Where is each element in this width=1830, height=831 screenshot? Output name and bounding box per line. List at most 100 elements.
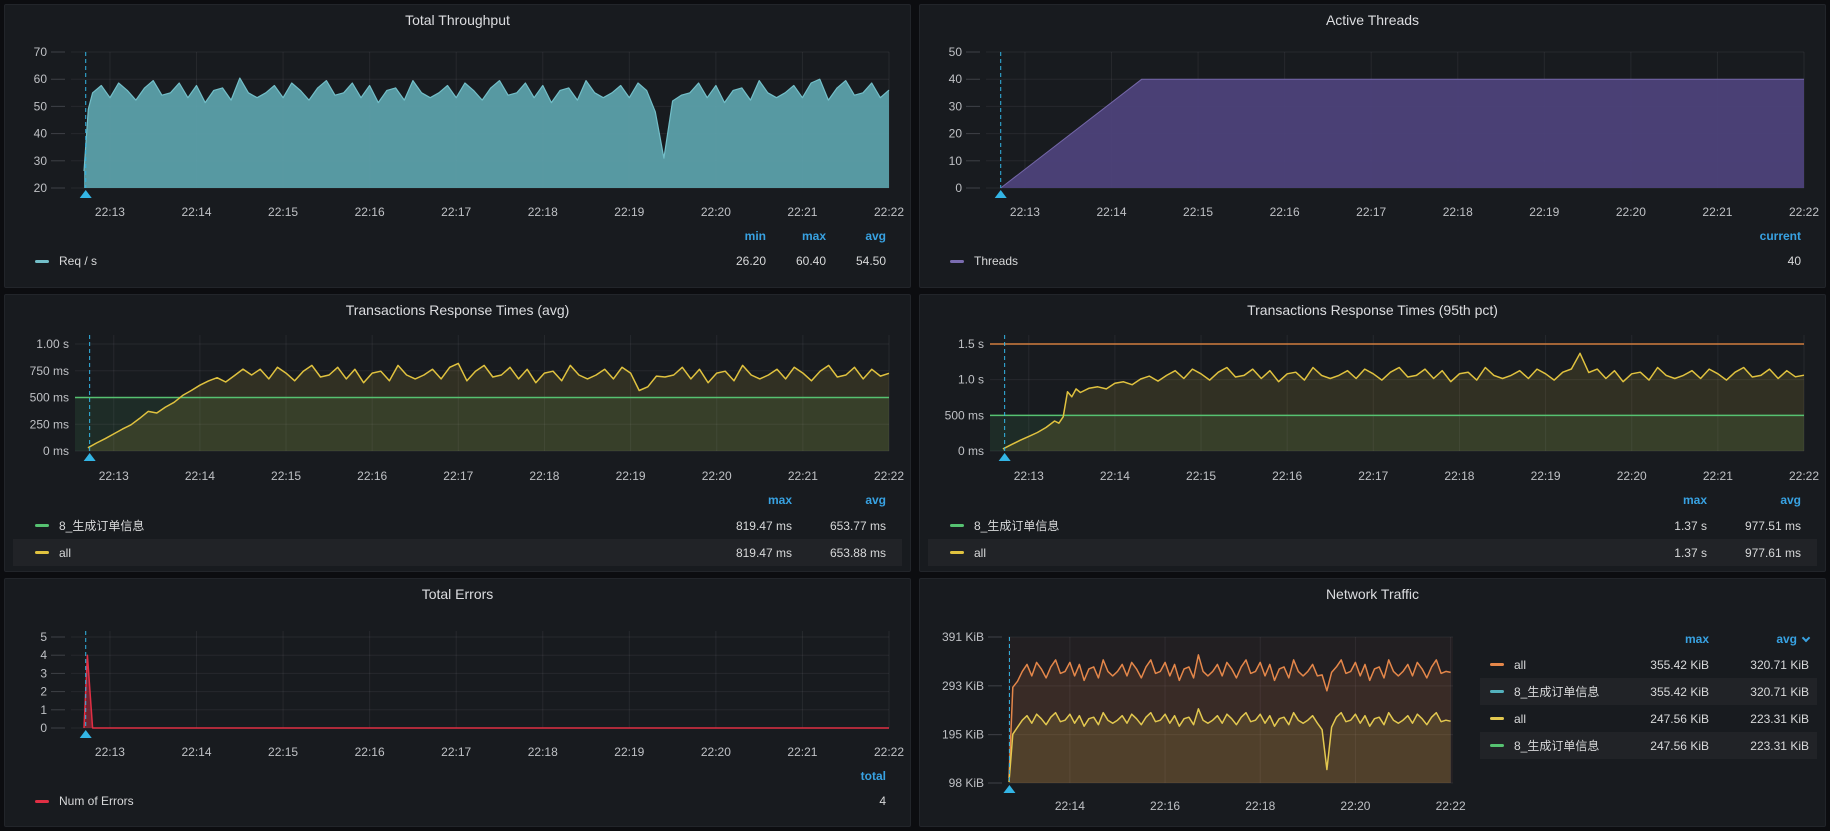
annotation-marker-icon[interactable] [80,190,92,198]
panel-title[interactable]: Total Throughput [5,5,910,35]
x-tick-label: 22:20 [1340,799,1370,813]
x-tick-label: 22:22 [1789,469,1819,483]
x-tick-label: 22:18 [1443,205,1473,219]
x-tick-label: 22:13 [95,205,125,219]
series-color-dash-icon [950,524,964,527]
x-tick-label: 22:15 [1186,469,1216,483]
y-tick-label: 0 [955,181,962,195]
annotation-marker-icon[interactable] [84,453,96,461]
legend-series-label[interactable]: Threads [928,254,1018,268]
x-tick-label: 22:14 [1100,469,1130,483]
y-tick-label: 293 KiB [942,679,984,693]
legend-series-label[interactable]: all [928,546,986,560]
x-tick-label: 22:18 [528,205,558,219]
x-tick-label: 22:14 [181,205,211,219]
series-color-dash-icon [950,260,964,263]
panel-title[interactable]: Total Errors [5,579,910,609]
x-tick-label: 22:19 [1531,469,1561,483]
legend: maxavg8_生成订单信息1.37 s977.51 msall1.37 s97… [928,488,1817,566]
panel-title[interactable]: Network Traffic [920,579,1825,609]
x-tick-label: 22:15 [268,745,298,759]
legend-series-label[interactable]: 8_生成订单信息 [1480,737,1599,754]
legend-value: 320.71 KiB [1709,658,1809,672]
y-tick-label: 391 KiB [942,630,984,644]
series-color-dash-icon [35,524,49,527]
legend-row: all 1.37 s977.61 ms [928,539,1817,566]
legend-series-label[interactable]: all [1480,658,1526,672]
series-color-dash-icon [1490,690,1504,693]
legend-series-name: 8_生成订单信息 [1514,737,1599,754]
legend-header-row: total [13,764,902,788]
x-tick-label: 22:14 [185,469,215,483]
legend-header-max[interactable]: max [766,229,826,243]
x-tick-label: 22:22 [874,745,904,759]
y-tick-label: 20 [949,127,963,141]
legend-series-label[interactable]: 8_生成订单信息 [1480,683,1599,700]
legend: total Num of Errors 4 [13,764,902,814]
legend: current Threads 40 [928,224,1817,274]
legend-value: 355.42 KiB [1609,658,1709,672]
y-tick-label: 195 KiB [942,728,984,742]
legend-header-avg[interactable]: avg [1707,493,1801,507]
annotation-marker-icon[interactable] [1003,785,1015,793]
y-tick-label: 40 [949,72,963,86]
x-tick-label: 22:20 [1617,469,1647,483]
legend-value: 977.61 ms [1707,546,1801,560]
x-tick-label: 22:16 [1272,469,1302,483]
panel-title[interactable]: Transactions Response Times (avg) [5,295,910,325]
legend-header-max[interactable]: max [698,493,792,507]
x-tick-label: 22:21 [787,205,817,219]
x-tick-label: 22:17 [443,469,473,483]
legend-value: 40 [1741,254,1801,268]
panel-title[interactable]: Transactions Response Times (95th pct) [920,295,1825,325]
legend-header-max[interactable]: max [1613,493,1707,507]
x-tick-label: 22:16 [355,745,385,759]
legend-header-min[interactable]: min [706,229,766,243]
legend-series-label[interactable]: Req / s [13,254,97,268]
legend-header-row: current [928,224,1817,248]
legend-header-total[interactable]: total [826,769,886,783]
y-tick-label: 30 [949,99,963,113]
legend-header-row: minmaxavg [13,224,902,248]
legend-series-label[interactable]: 8_生成订单信息 [13,517,144,534]
x-tick-label: 22:19 [1529,205,1559,219]
legend-header-current[interactable]: current [1741,229,1801,243]
legend-series-label[interactable]: 8_生成订单信息 [928,517,1059,534]
y-tick-label: 50 [949,45,963,59]
legend-series-name: Num of Errors [59,794,134,808]
series-color-dash-icon [35,260,49,263]
annotation-marker-icon[interactable] [999,453,1011,461]
legend-series-name: all [974,546,986,560]
annotation-marker-icon[interactable] [995,190,1007,198]
x-tick-label: 22:15 [271,469,301,483]
legend-header-avg[interactable]: avg [792,493,886,507]
legend-series-label[interactable]: all [13,546,71,560]
panel-active-threads: Active Threads 0102030405022:1322:1422:1… [919,4,1826,288]
x-tick-label: 22:13 [1010,205,1040,219]
x-tick-label: 22:19 [614,745,644,759]
legend-value: 819.47 ms [698,519,792,533]
x-tick-label: 22:20 [1616,205,1646,219]
x-tick-label: 22:14 [1055,799,1085,813]
legend-row: 8_生成订单信息247.56 KiB223.31 KiB [1480,732,1817,759]
legend-header-avg[interactable]: avg [1709,632,1809,646]
legend-value: 247.56 KiB [1609,712,1709,726]
x-tick-label: 22:18 [528,745,558,759]
x-tick-label: 22:16 [355,205,385,219]
legend-value: 653.77 ms [792,519,886,533]
legend-series-label[interactable]: Num of Errors [13,794,134,808]
x-tick-label: 22:14 [181,745,211,759]
legend-value: 1.37 s [1613,546,1707,560]
y-tick-label: 20 [34,181,48,195]
legend-series-label[interactable]: all [1480,712,1526,726]
annotation-marker-icon[interactable] [80,730,92,738]
y-tick-label: 60 [34,72,48,86]
x-tick-label: 22:17 [441,745,471,759]
legend-value: 54.50 [826,254,886,268]
legend-header-row: maxavg [13,488,902,512]
panel-title[interactable]: Active Threads [920,5,1825,35]
x-tick-label: 22:21 [788,469,818,483]
legend-header-avg[interactable]: avg [826,229,886,243]
legend-header-max[interactable]: max [1609,632,1709,646]
legend-value: 4 [826,794,886,808]
